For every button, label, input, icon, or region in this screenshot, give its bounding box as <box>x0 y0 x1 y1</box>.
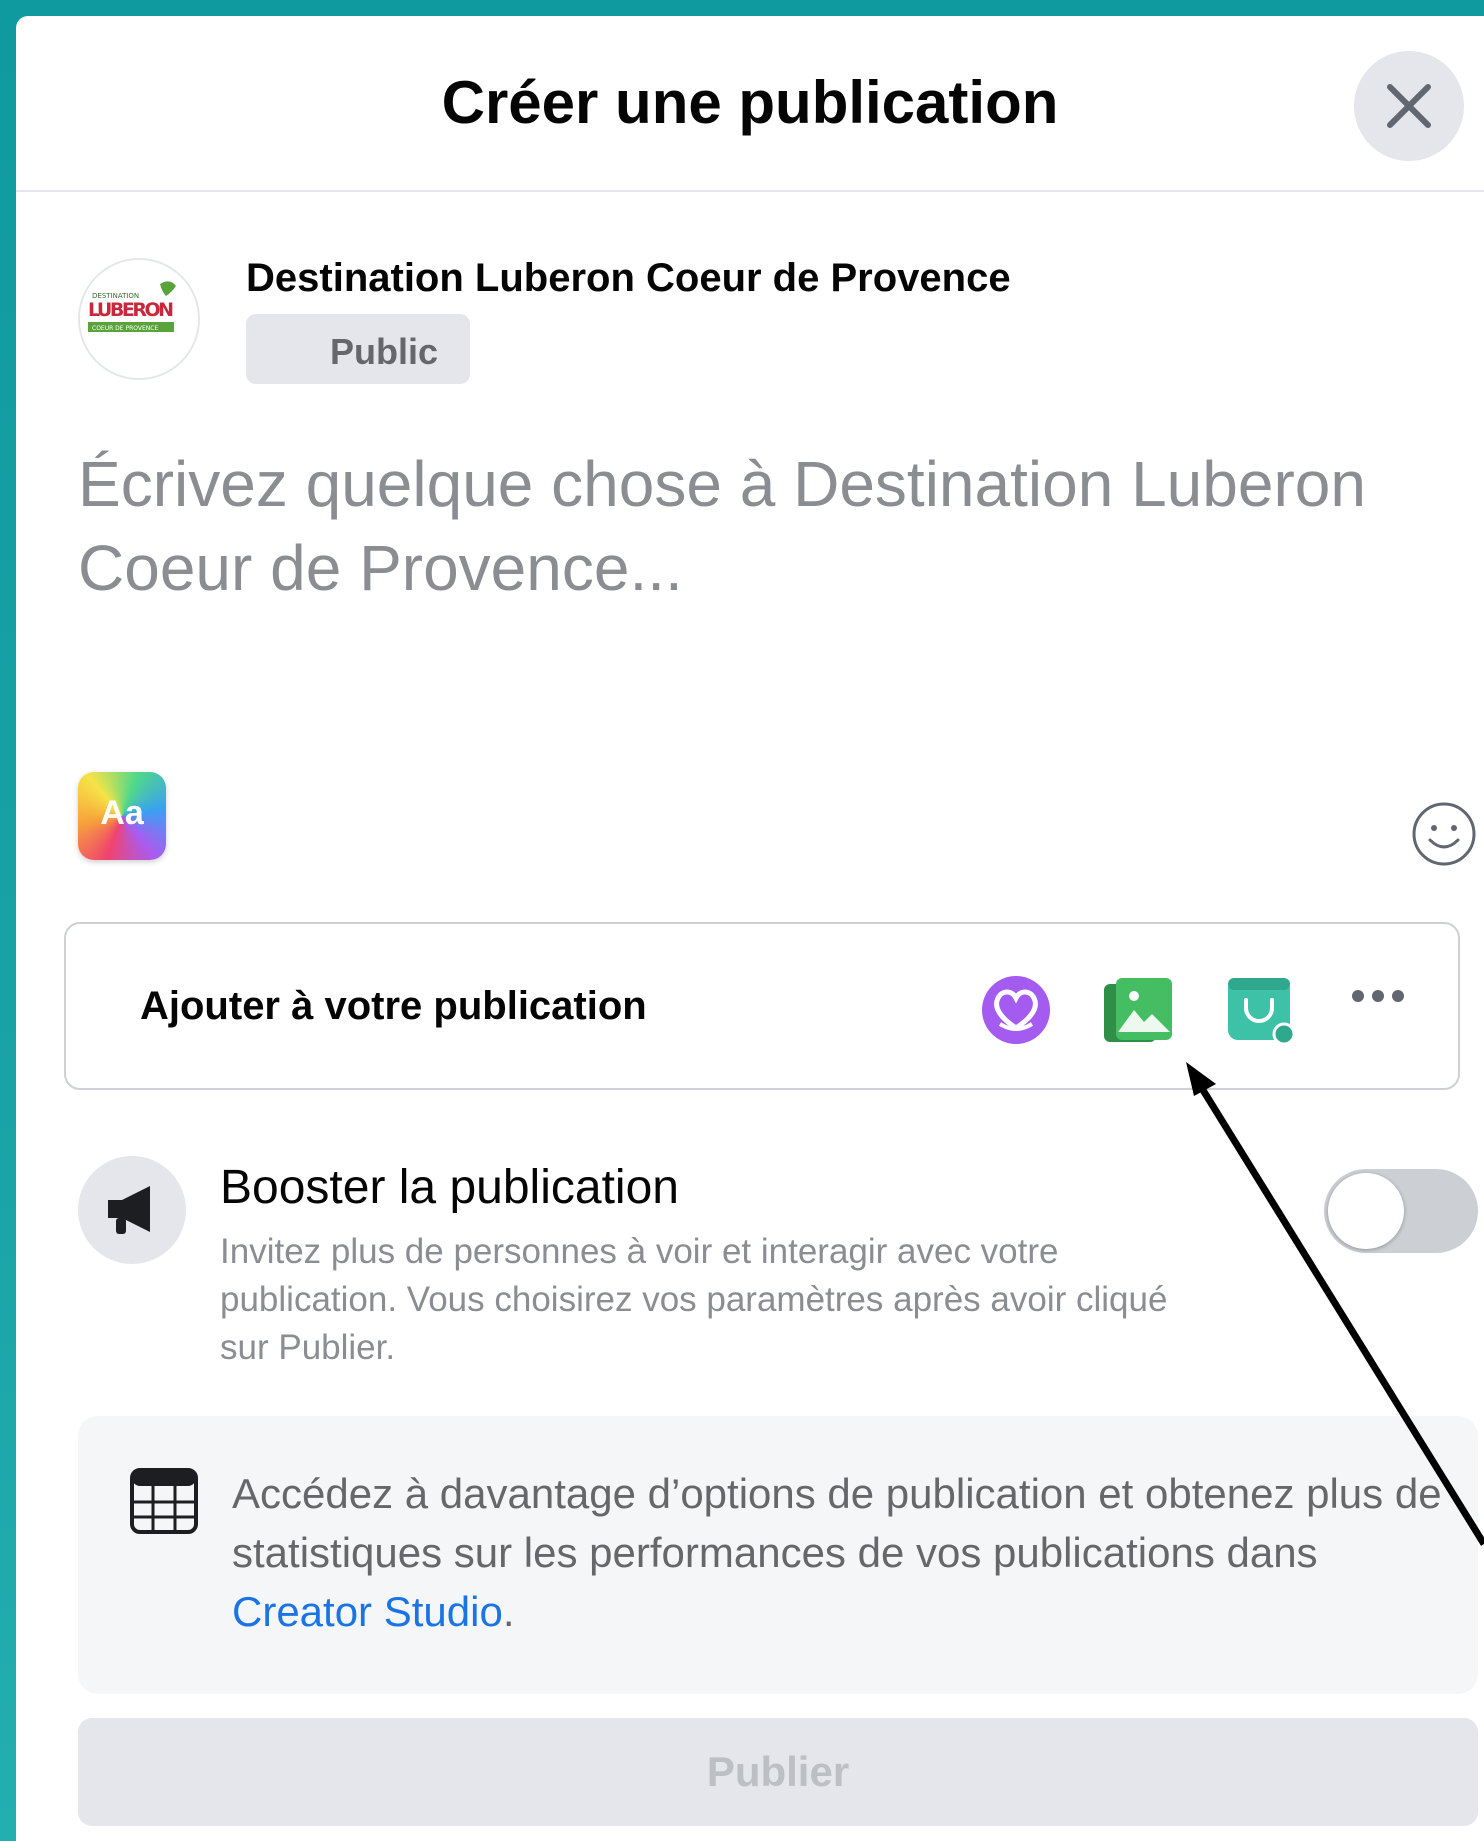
boost-title: Booster la publication <box>220 1161 679 1214</box>
emoji-button[interactable] <box>1410 800 1478 873</box>
fundraiser-heart-icon <box>982 976 1050 1044</box>
avatar[interactable]: DESTINATION LUBERON COEUR DE PROVENCE <box>78 258 200 380</box>
fundraiser-button[interactable] <box>980 974 1052 1051</box>
photo-video-icon <box>1104 978 1172 1042</box>
boost-description: Invitez plus de personnes à voir et inte… <box>220 1232 1168 1367</box>
luberon-logo: DESTINATION LUBERON COEUR DE PROVENCE <box>80 260 198 378</box>
shop-button[interactable] <box>1224 974 1296 1051</box>
create-post-dialog: Créer une publication DESTINATION LUBERO… <box>16 16 1484 1841</box>
boost-toggle[interactable] <box>1324 1169 1478 1253</box>
calendar-icon-wrapper <box>130 1468 198 1539</box>
add-to-post-label: Ajouter à votre publication <box>140 984 647 1028</box>
toggle-knob <box>1328 1173 1404 1249</box>
svg-text:COEUR DE PROVENCE: COEUR DE PROVENCE <box>92 325 158 332</box>
more-icon <box>1352 990 1404 1002</box>
svg-text:LUBERON: LUBERON <box>88 299 174 321</box>
photo-video-button[interactable] <box>1102 974 1174 1051</box>
more-options-button[interactable] <box>1350 986 1406 1011</box>
dialog-title: Créer une publication <box>441 69 1059 136</box>
creator-studio-notice: Accédez à davantage d’options de publica… <box>78 1416 1478 1694</box>
dialog-header: Créer une publication <box>16 16 1484 192</box>
text-background-button[interactable]: Aa <box>78 772 166 860</box>
calendar-icon <box>130 1468 198 1534</box>
shop-bag-icon <box>1228 978 1296 1046</box>
text-format-icon: Aa <box>100 794 144 832</box>
creator-studio-link[interactable]: Creator Studio <box>232 1588 503 1635</box>
creator-studio-text: Accédez à davantage d’options de publica… <box>232 1470 1442 1635</box>
boost-icon-wrapper <box>78 1156 186 1264</box>
megaphone-icon <box>108 1186 150 1234</box>
add-to-post-panel: Ajouter à votre publication <box>64 922 1460 1090</box>
close-icon <box>1387 84 1431 128</box>
privacy-selector[interactable]: Public <box>246 314 470 384</box>
emoji-icon <box>1412 802 1476 866</box>
author-name: Destination Luberon Coeur de Provence <box>246 256 1011 300</box>
publish-button[interactable]: Publier <box>78 1718 1478 1826</box>
privacy-label: Public <box>330 331 439 372</box>
post-text-input[interactable]: Écrivez quelque chose à Destination Lube… <box>78 442 1478 610</box>
close-button[interactable] <box>1354 51 1464 161</box>
